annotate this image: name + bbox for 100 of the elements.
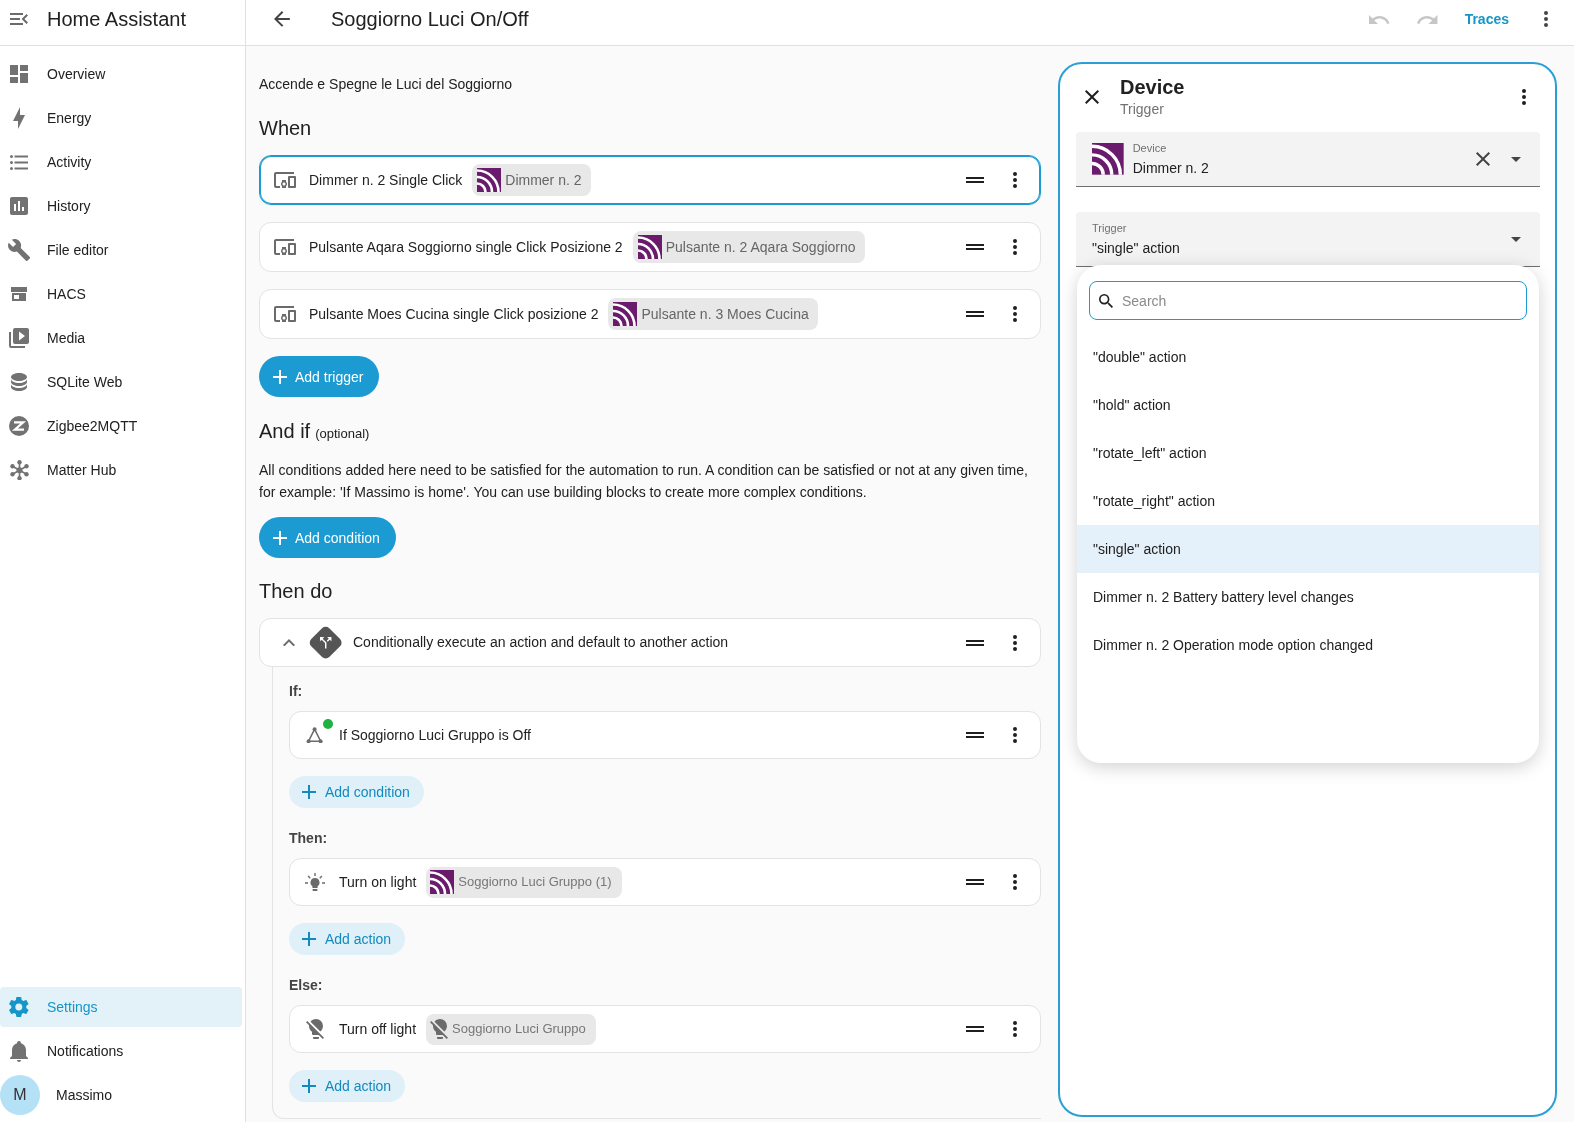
plus-icon xyxy=(302,932,316,946)
dropdown-option[interactable]: "rotate_left" action xyxy=(1077,429,1539,477)
plus-icon xyxy=(273,369,287,384)
entity-name: Soggiorno Luci Gruppo xyxy=(452,1020,586,1039)
dropdown-option[interactable]: Dimmer n. 2 Operation mode option changed xyxy=(1077,621,1539,669)
sidebar-item[interactable]: File editor xyxy=(0,230,242,270)
dropdown-option[interactable]: "rotate_right" action xyxy=(1077,477,1539,525)
device-name: Pulsante n. 2 Aqara Soggiorno xyxy=(665,237,856,257)
sidebar-item[interactable]: Zigbee2MQTT xyxy=(0,406,242,446)
automation-description: Accende e Spegne le Luci del Soggiorno xyxy=(259,75,513,94)
more-options-icon[interactable] xyxy=(1013,239,1017,255)
node-graph-icon xyxy=(306,726,324,744)
more-options-icon[interactable] xyxy=(1013,1021,1017,1037)
devices-icon xyxy=(274,239,296,255)
drag-handle-icon[interactable] xyxy=(966,1026,984,1032)
bar-chart-icon xyxy=(10,197,28,215)
menu-icon[interactable] xyxy=(10,13,28,25)
branch-label: Else: xyxy=(289,976,323,995)
lightbulb-icon xyxy=(305,872,325,892)
action-card[interactable]: Turn off light Soggiorno Luci Gruppo xyxy=(289,1005,1041,1053)
z-circle-icon xyxy=(9,416,29,436)
plus-icon xyxy=(273,530,287,545)
optional-note: (optional) xyxy=(315,425,370,443)
sidebar-item[interactable]: SQLite Web xyxy=(0,362,242,402)
dashboard-icon xyxy=(10,65,28,83)
back-arrow-icon[interactable] xyxy=(274,11,290,27)
lightning-bolt-icon xyxy=(13,107,25,129)
sidebar-item[interactable]: Notifications xyxy=(0,1031,242,1071)
more-options-icon[interactable] xyxy=(1522,89,1526,105)
panel-subtitle: Trigger xyxy=(1120,100,1165,119)
signal-arcs-icon xyxy=(477,168,502,192)
sidebar-item[interactable]: Matter Hub xyxy=(0,450,242,490)
search-icon xyxy=(1099,294,1113,308)
dropdown-caret-icon[interactable] xyxy=(1511,236,1521,242)
trigger-card[interactable]: Dimmer n. 2 Single Click Dimmer n. 2 xyxy=(259,155,1041,205)
action-title: Turn off light xyxy=(339,1019,417,1039)
dropdown-option[interactable]: "double" action xyxy=(1077,333,1539,381)
panel-title: Device xyxy=(1120,75,1185,99)
list-icon xyxy=(9,154,29,170)
dropdown-option[interactable]: Dimmer n. 2 Battery battery level changes xyxy=(1077,573,1539,621)
close-icon[interactable] xyxy=(1085,90,1099,104)
drag-handle-icon[interactable] xyxy=(966,244,984,250)
action-card[interactable]: Conditionally execute an action and default to another action xyxy=(259,618,1041,667)
lightbulb-off-icon xyxy=(306,1019,324,1039)
sidebar-item[interactable]: Overview xyxy=(0,54,242,94)
signal-arcs-icon xyxy=(613,302,638,326)
device-select[interactable]: Device Dimmer n. 2 xyxy=(1076,132,1540,187)
network-nodes-icon xyxy=(9,459,29,481)
storefront-icon xyxy=(11,287,27,301)
drag-handle-icon[interactable] xyxy=(966,311,984,317)
condition-card[interactable]: If Soggiorno Luci Gruppo is Off xyxy=(289,711,1041,759)
signal-arcs-icon xyxy=(637,235,662,259)
section-heading: When xyxy=(259,116,312,140)
sidebar-item[interactable]: HACS xyxy=(0,274,242,314)
more-options-icon[interactable] xyxy=(1544,11,1548,27)
wrench-icon xyxy=(7,239,31,261)
database-icon xyxy=(11,373,27,391)
lightbulb-off-icon xyxy=(430,1019,449,1039)
devices-icon xyxy=(274,306,296,322)
section-heading: And if xyxy=(259,419,311,443)
field-label: Trigger xyxy=(1092,220,1127,235)
trigger-card[interactable]: Pulsante Moes Cucina single Click posizione 2 Pulsante n. 3 Moes Cucina xyxy=(259,289,1041,339)
branch-label: Then: xyxy=(289,829,328,848)
more-options-icon[interactable] xyxy=(1013,727,1017,743)
more-options-icon[interactable] xyxy=(1013,874,1017,890)
device-name: Pulsante n. 3 Moes Cucina xyxy=(641,304,809,324)
dropdown-option[interactable]: "hold" action xyxy=(1077,381,1539,429)
branch-label: If: xyxy=(289,682,303,701)
sidebar-item[interactable]: Media xyxy=(0,318,242,358)
dropdown-option[interactable]: "single" action xyxy=(1077,525,1539,573)
plus-icon xyxy=(302,1079,316,1093)
user-avatar: M xyxy=(0,1075,40,1115)
dropdown-caret-icon[interactable] xyxy=(1511,156,1521,162)
sidebar-item[interactable]: Energy xyxy=(0,98,242,138)
settings-icon xyxy=(9,997,29,1017)
profile-item[interactable]: M Massimo xyxy=(0,1075,245,1115)
clear-icon[interactable] xyxy=(1476,152,1490,166)
devices-icon xyxy=(274,172,296,188)
chevron-up-icon[interactable] xyxy=(283,638,295,647)
device-name: Soggiorno Luci Gruppo (1) xyxy=(458,873,612,892)
drag-handle-icon[interactable] xyxy=(966,639,984,646)
signal-arcs-icon xyxy=(430,870,455,894)
sidebar-item[interactable]: History xyxy=(0,186,242,226)
trigger-select[interactable]: Trigger "single" action xyxy=(1076,212,1540,267)
more-options-icon[interactable] xyxy=(1013,172,1017,188)
drag-handle-icon[interactable] xyxy=(966,732,984,738)
more-options-icon[interactable] xyxy=(1013,634,1017,651)
more-options-icon[interactable] xyxy=(1013,306,1017,322)
bell-icon xyxy=(10,1040,28,1062)
action-title: Turn on light xyxy=(339,872,417,892)
drag-handle-icon[interactable] xyxy=(966,177,984,183)
action-card[interactable]: Turn on light Soggiorno Luci Gruppo (1) xyxy=(289,858,1041,906)
field-value: Dimmer n. 2 xyxy=(1132,158,1209,178)
trigger-title: Dimmer n. 2 Single Click xyxy=(309,170,463,190)
drag-handle-icon[interactable] xyxy=(966,879,984,885)
search-field[interactable]: Search xyxy=(1089,281,1527,320)
sidebar-item[interactable]: Activity xyxy=(0,142,242,182)
plus-icon xyxy=(302,785,316,799)
help-text: All conditions added here need to be satisfied for the automation to run. A condition can be satisfied or not at any given time, for example: 'If Massimo is home'. You can use building blocks to create more complex conditions. xyxy=(259,461,1029,502)
trigger-card[interactable]: Pulsante Aqara Soggiorno single Click Posizione 2 Pulsante n. 2 Aqara Soggiorno xyxy=(259,222,1041,272)
